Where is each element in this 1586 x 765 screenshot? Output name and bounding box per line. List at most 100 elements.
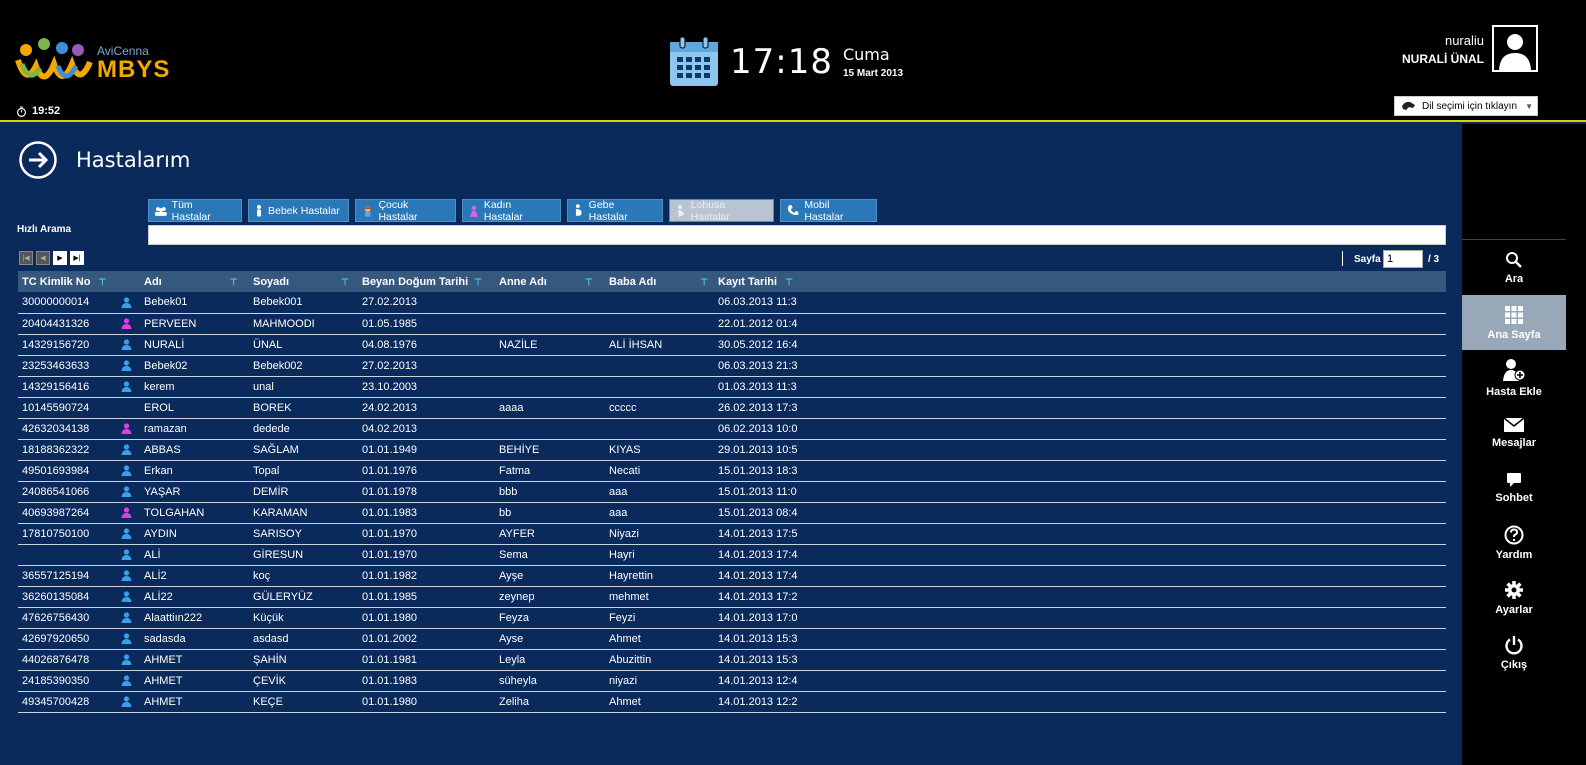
cell-anne: Feyza — [495, 607, 605, 629]
tab-gebe-hastalar[interactable]: Gebe Hastalar — [567, 199, 663, 223]
column-header-soyad[interactable]: Soyadı ⊤ — [249, 271, 358, 292]
table-row[interactable]: 49501693984 Erkan Topal 01.01.1976 Fatma Neca… — [18, 460, 1446, 482]
table-row[interactable]: 49345700428 AHMET KEÇE 01.01.1980 Zeliha Ahme… — [18, 691, 1446, 713]
table-header-row: TC Kimlik No ⊤ Adı ⊤ Soyadı ⊤ Beyan Doğum T… — [18, 271, 1446, 292]
sort-icon[interactable]: ⊤ — [98, 277, 106, 287]
cell-tc: 20404431326 — [18, 313, 117, 335]
tab-kadin-hastalar[interactable]: Kadın Hastalar — [462, 199, 561, 223]
sidebar-item-sohbet[interactable]: Sohbet — [1462, 460, 1566, 515]
gender-cell — [117, 544, 140, 566]
sidebar-item-cikis[interactable]: Çıkış — [1462, 625, 1566, 680]
table-row[interactable]: 14329156416 kerem unal 23.10.2003 01.03.2013… — [18, 376, 1446, 398]
table-row[interactable]: 42697920650 sadasda asdasd 01.01.2002 Ayse Ah… — [18, 628, 1446, 650]
session-timer: 19:52 — [16, 105, 60, 117]
sidebar-item-ara[interactable]: Ara — [1462, 240, 1566, 295]
table-row[interactable]: 42632034138 ramazan dedede 04.02.2013 06.02.… — [18, 418, 1446, 440]
language-select[interactable]: Dil seçimi için tıklayın ▼ — [1394, 96, 1538, 116]
sort-icon[interactable]: ⊤ — [341, 277, 349, 287]
cell-baba: Necati — [605, 460, 714, 482]
male-patient-icon — [121, 444, 132, 456]
cell-kayit: 14.01.2013 17:5 — [714, 523, 814, 545]
table-row[interactable]: 36557125194 ALİ2 koç 01.01.1982 Ayşe Hayretti… — [18, 565, 1446, 587]
sidebar-item-ayarlar[interactable]: Ayarlar — [1462, 570, 1566, 625]
cell-tc: 10145590724 — [18, 397, 117, 419]
cell-filler — [814, 649, 1446, 671]
cell-ad: ALİ22 — [140, 586, 249, 608]
sort-icon[interactable]: ⊤ — [585, 277, 593, 287]
table-row[interactable]: 36260135084 ALİ22 GÜLERYÜZ 01.01.1985 zeynep… — [18, 586, 1446, 608]
cell-dogum: 04.08.1976 — [358, 334, 495, 356]
avatar[interactable] — [1492, 25, 1538, 72]
tab-bebek-hastalar[interactable]: Bebek Hastalar — [248, 199, 349, 222]
column-header-ad[interactable]: Adı ⊤ — [140, 271, 249, 292]
tab-mobil-hastalar[interactable]: Mobil Hastalar — [780, 199, 877, 223]
sort-icon[interactable]: ⊤ — [230, 277, 238, 287]
cell-ad: sadasda — [140, 628, 249, 650]
sidebar-item-yardim[interactable]: Yardım — [1462, 515, 1566, 570]
cell-dogum: 04.02.2013 — [358, 418, 495, 440]
cell-kayit: 14.01.2013 12:2 — [714, 691, 814, 713]
table-row[interactable]: 14329156720 NURALİ ÜNAL 04.08.1976 NAZİLE ALİ… — [18, 334, 1446, 356]
arrow-right-icon[interactable] — [18, 140, 58, 180]
tab-tum-hastalar[interactable]: Tüm Hastalar — [148, 199, 242, 223]
cell-kayit: 26.02.2013 17:3 — [714, 397, 814, 419]
cell-soyad: DEMİR — [249, 481, 358, 503]
cell-dogum: 01.01.1981 — [358, 649, 495, 671]
sort-icon[interactable]: ⊤ — [474, 277, 482, 287]
cell-soyad: BOREK — [249, 397, 358, 419]
gender-cell — [117, 355, 140, 377]
male-patient-icon — [121, 297, 132, 308]
table-row[interactable]: 40693987264 TOLGAHAN KARAMAN 01.01.1983 bb aa… — [18, 502, 1446, 524]
last-page-button[interactable]: ▶| — [70, 251, 84, 265]
table-row[interactable]: 24185390350 AHMET ÇEVİK 01.01.1983 süheyla ni… — [18, 670, 1446, 692]
table-row[interactable]: 17810750100 AYDIN SARISOY 01.01.1970 AYFER Ni… — [18, 523, 1446, 545]
cell-kayit: 15.01.2013 08:4 — [714, 502, 814, 524]
cell-baba — [605, 313, 714, 335]
cell-baba — [605, 355, 714, 377]
cell-ad: YAŞAR — [140, 481, 249, 503]
page-number-input[interactable] — [1383, 250, 1423, 268]
cell-filler — [814, 292, 1446, 314]
next-page-button[interactable]: ▶ — [53, 251, 67, 265]
cell-soyad: Küçük — [249, 607, 358, 629]
cell-dogum: 01.01.1980 — [358, 691, 495, 713]
tab-cocuk-hastalar[interactable]: Çocuk Hastalar — [355, 199, 456, 223]
column-header-dogum[interactable]: Beyan Doğum Tarihi ⊤ — [358, 271, 495, 292]
sidebar-item-mesajlar[interactable]: Mesajlar — [1462, 405, 1566, 460]
cell-anne: bbb — [495, 481, 605, 503]
table-row[interactable]: 30000000014 Bebek01 Bebek001 27.02.2013 06.0… — [18, 292, 1446, 314]
column-header-anne[interactable]: Anne Adı ⊤ — [495, 271, 605, 292]
gender-cell — [117, 313, 140, 335]
cell-soyad: koç — [249, 565, 358, 587]
table-row[interactable]: 18188362322 ABBAS SAĞLAM 01.01.1949 BEHİYE KI… — [18, 439, 1446, 461]
cell-anne: NAZİLE — [495, 334, 605, 356]
gender-cell — [117, 628, 140, 650]
table-row[interactable]: ALİ GİRESUN 01.01.1970 Sema Hayri 14.01.2013 … — [18, 544, 1446, 566]
column-header-tc[interactable]: TC Kimlik No ⊤ — [18, 271, 117, 292]
sort-icon[interactable]: ⊤ — [700, 277, 708, 287]
sidebar-item-ana-sayfa[interactable]: Ana Sayfa — [1462, 295, 1566, 350]
tab-lohusa-hastalar[interactable]: Lohusa Hastalar — [669, 199, 774, 223]
table-row[interactable]: 10145590724 EROL BOREK 24.02.2013 aaaa ccccc 2… — [18, 397, 1446, 419]
quick-search-input[interactable] — [148, 225, 1446, 245]
prev-page-button[interactable]: ◀ — [36, 251, 50, 265]
table-row[interactable]: 44026876478 AHMET ŞAHİN 01.01.1981 Leyla Abuz… — [18, 649, 1446, 671]
cell-baba: Abuzittin — [605, 649, 714, 671]
phone-icon — [787, 205, 799, 215]
sort-icon[interactable]: ⊤ — [785, 277, 793, 287]
table-row[interactable]: 47626756430 Alaattiın222 Küçük 01.01.1980 Fe… — [18, 607, 1446, 629]
first-page-button[interactable]: |◀ — [19, 251, 33, 265]
sidebar-item-hasta-ekle[interactable]: Hasta Ekle — [1462, 350, 1566, 405]
cell-tc: 17810750100 — [18, 523, 117, 545]
table-row[interactable]: 23253463633 Bebek02 Bebek002 27.02.2013 06.0… — [18, 355, 1446, 377]
cell-baba: Feyzi — [605, 607, 714, 629]
male-patient-icon — [121, 675, 132, 687]
male-patient-icon — [121, 486, 132, 498]
table-row[interactable]: 20404431326 PERVEEN MAHMOODI 01.05.1985 22.0… — [18, 313, 1446, 335]
cell-ad: ALİ2 — [140, 565, 249, 587]
column-header-kayit[interactable]: Kayıt Tarihi ⊤ — [714, 271, 814, 292]
column-header-baba[interactable]: Baba Adı ⊤ — [605, 271, 714, 292]
table-row[interactable]: 24086541066 YAŞAR DEMİR 01.01.1978 bbb aaa 15.… — [18, 481, 1446, 503]
male-patient-icon — [121, 633, 132, 645]
cell-baba — [605, 376, 714, 398]
